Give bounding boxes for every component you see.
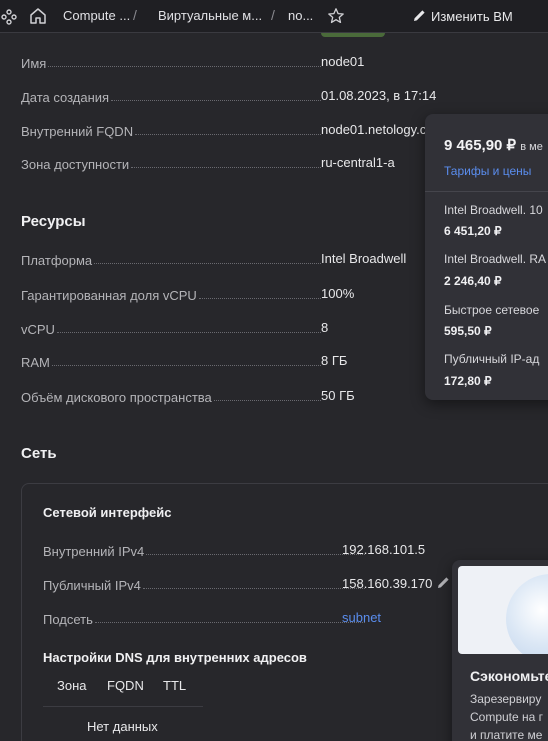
leader-dots [48, 66, 321, 67]
price-item-value: 172,80 ₽ [444, 374, 492, 388]
created-value: 01.08.2023, в 17:14 [321, 88, 437, 103]
home-icon[interactable] [28, 6, 48, 26]
platform-label: Платформа [21, 253, 93, 268]
internal-ip-label: Внутренний IPv4 [43, 544, 145, 559]
created-label: Дата создания [21, 90, 110, 105]
leader-dots [131, 167, 321, 168]
disk-label: Объём дискового пространства [21, 390, 212, 405]
price-item-name: Быстрое сетевое [444, 303, 540, 317]
dns-empty-state: Нет данных [87, 719, 158, 734]
promo-shape [506, 574, 548, 654]
app-logo-icon[interactable] [0, 8, 18, 26]
name-label: Имя [21, 56, 47, 71]
fqdn-row: Внутренний FQDN [21, 121, 321, 139]
zone-row: Зона доступности [21, 154, 321, 172]
leader-dots [56, 332, 321, 333]
breadcrumb-separator: / [271, 7, 275, 23]
leader-dots [111, 100, 321, 101]
fqdn-value: node01.netology.c [321, 122, 427, 137]
vcpu-row: vCPU [21, 319, 321, 337]
subnet-row: Подсеть [43, 609, 365, 627]
pencil-icon [412, 8, 427, 26]
network-title: Сеть [21, 445, 57, 462]
ram-row: RAM [21, 352, 321, 370]
public-ip-label: Публичный IPv4 [43, 578, 141, 593]
price-period: в ме [520, 141, 543, 153]
subnet-link[interactable]: subnet [342, 610, 381, 625]
disk-value: 50 ГБ [321, 388, 355, 403]
price-item-value: 6 451,20 ₽ [444, 224, 502, 238]
vcpu-label: vCPU [21, 322, 55, 337]
created-row: Дата создания [21, 87, 321, 105]
ram-value: 8 ГБ [321, 353, 348, 368]
dns-column-zone: Зона [57, 678, 87, 693]
network-interface-title: Сетевой интерфейс [43, 505, 172, 520]
price-item-name: Intel Broadwell. RA [444, 252, 547, 266]
core-fraction-value: 100% [321, 286, 355, 301]
leader-dots [142, 588, 365, 589]
dns-column-fqdn: FQDN [107, 678, 144, 693]
promo-title: Сэкономьте [470, 668, 548, 684]
promo-text-line: Зарезервиру [470, 692, 542, 706]
breadcrumb-compute[interactable]: Compute ... [63, 8, 130, 23]
leader-dots [94, 622, 365, 623]
price-item-name: Intel Broadwell. 10 [444, 203, 543, 217]
leader-dots [135, 134, 321, 135]
price-item-name: Публичный IP-ад [444, 352, 540, 366]
zone-label: Зона доступности [21, 157, 130, 172]
promo-card[interactable]: Сэкономьте Зарезервиру Compute на г и пл… [452, 560, 548, 741]
price-total: 9 465,90 ₽ в ме [444, 136, 543, 154]
public-ip-value: 158.160.39.170 [342, 576, 433, 591]
dns-table-divider [43, 706, 203, 707]
name-value: node01 [321, 54, 365, 69]
pencil-icon[interactable] [436, 575, 452, 591]
star-icon[interactable] [326, 6, 346, 26]
internal-ip-value: 192.168.101.5 [342, 542, 426, 557]
resources-title: Ресурсы [21, 213, 86, 230]
promo-text-line: и платите ме [470, 728, 543, 741]
popup-divider [425, 191, 548, 192]
breadcrumb-vms[interactable]: Виртуальные м... [158, 8, 262, 23]
ram-label: RAM [21, 355, 50, 370]
price-item-value: 2 246,40 ₽ [444, 274, 502, 288]
dns-column-ttl: TTL [163, 678, 187, 693]
subnet-label: Подсеть [43, 612, 93, 627]
fqdn-label: Внутренний FQDN [21, 124, 134, 139]
zone-value: ru-central1-a [321, 155, 395, 170]
price-popup: 9 465,90 ₽ в ме Тарифы и цены Intel Broa… [425, 114, 548, 400]
promo-text-line: Compute на г [470, 710, 544, 724]
breadcrumb-current[interactable]: no... [288, 8, 313, 23]
leader-dots [213, 400, 321, 401]
platform-value: Intel Broadwell [321, 251, 407, 266]
promo-illustration [458, 566, 548, 654]
public-ip-row: Публичный IPv4 [43, 575, 365, 593]
tariffs-link[interactable]: Тарифы и цены [444, 164, 531, 178]
leader-dots [51, 365, 321, 366]
dns-settings-title: Настройки DNS для внутренних адресов [43, 650, 307, 665]
edit-vm-button[interactable]: Изменить ВМ [412, 0, 513, 32]
leader-dots [146, 554, 365, 555]
platform-row: Платформа [21, 250, 321, 268]
leader-dots [198, 298, 321, 299]
leader-dots [94, 263, 321, 264]
price-total-value: 9 465,90 ₽ [444, 137, 517, 154]
core-fraction-label: Гарантированная доля vCPU [21, 288, 197, 303]
name-row: Имя [21, 53, 321, 71]
top-bar: Compute ... / Виртуальные м... / no... И… [0, 0, 548, 33]
disk-row: Объём дискового пространства [21, 387, 321, 405]
core-fraction-row: Гарантированная доля vCPU [21, 285, 321, 303]
price-item-value: 595,50 ₽ [444, 324, 492, 338]
internal-ip-row: Внутренний IPv4 [43, 541, 365, 559]
edit-vm-label: Изменить ВМ [431, 9, 513, 24]
status-badge [321, 33, 385, 37]
breadcrumb-separator: / [133, 7, 137, 23]
vcpu-value: 8 [321, 320, 329, 335]
